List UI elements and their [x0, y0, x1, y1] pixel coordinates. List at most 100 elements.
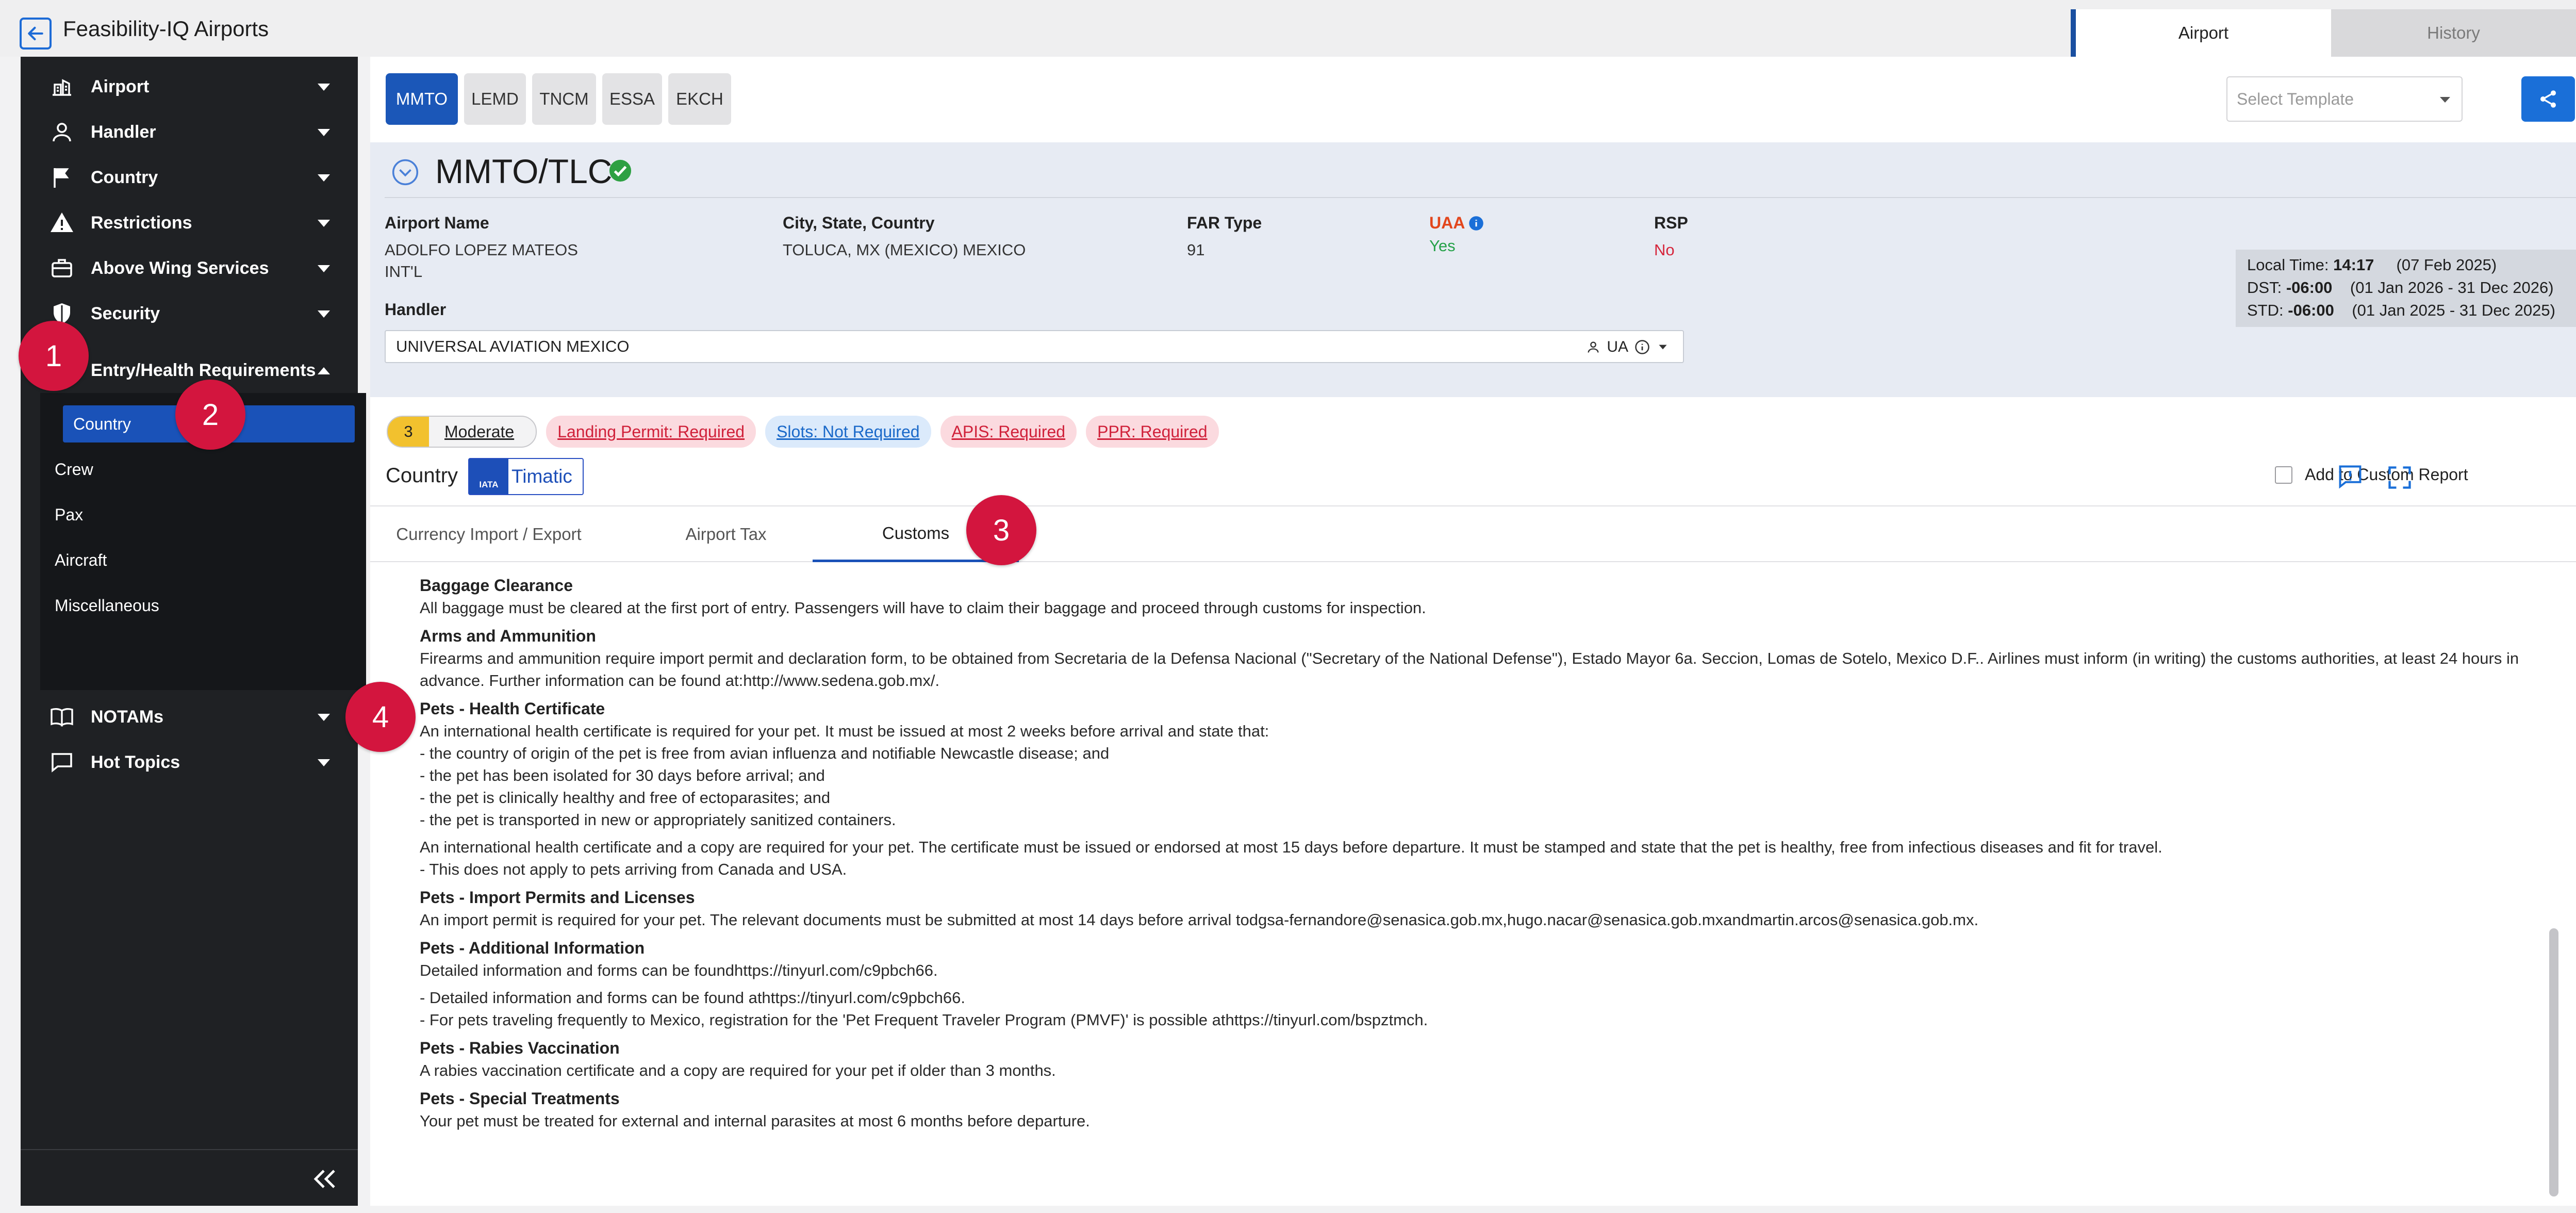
sidebar-item-label: Hot Topics: [91, 752, 180, 772]
sidebar-item-country[interactable]: Country: [21, 155, 358, 200]
verified-check-icon: [609, 159, 632, 182]
scrollbar[interactable]: [2549, 928, 2558, 1196]
uaa-value: Yes: [1429, 237, 1456, 255]
content-entry: Arms and Ammunition Firearms and ammuniti…: [420, 625, 2544, 692]
timatic-wordmark: Timatic: [511, 466, 572, 487]
warning-icon: [51, 212, 73, 232]
risk-level-badge[interactable]: 3 Moderate: [387, 416, 537, 448]
local-time-label: Local Time:: [2247, 256, 2329, 274]
sidebar: Airport Handler Country Restrictions Abo…: [21, 57, 366, 1206]
sidebar-item-label: Airport: [91, 76, 150, 96]
handler-label: Handler: [385, 300, 447, 319]
collapse-toggle-icon[interactable]: [391, 158, 420, 187]
far-type-label: FAR Type: [1187, 214, 1262, 232]
fullscreen-icon[interactable]: [2386, 464, 2413, 491]
arrow-left-icon: [28, 26, 43, 41]
entry-title: Arms and Ammunition: [420, 627, 596, 645]
sidebar-item-label: Security: [91, 303, 160, 323]
briefcase-icon: [52, 259, 72, 277]
person-icon: [1588, 341, 1599, 353]
template-select[interactable]: Select Template: [2226, 76, 2463, 122]
sidebar-item-label: Handler: [91, 122, 156, 142]
std-row: STD: -06:00 (01 Jan 2025 - 31 Dec 2025): [2247, 299, 2565, 322]
entry-title: Pets - Special Treatments: [420, 1089, 620, 1108]
sidebar-item-handler[interactable]: Handler: [21, 109, 358, 155]
share-button[interactable]: [2521, 76, 2575, 122]
airport-tab-mmto[interactable]: MMTO: [386, 73, 458, 125]
content-entry: Pets - Special Treatments Your pet must b…: [420, 1088, 2544, 1132]
std-label: STD:: [2247, 301, 2284, 319]
rsp-label: RSP: [1654, 214, 1688, 232]
tab-airport[interactable]: Airport: [2071, 9, 2331, 57]
entry-title: Pets - Health Certificate: [420, 699, 605, 718]
risk-level-label: Moderate: [444, 422, 515, 441]
airport-tab-lemd[interactable]: LEMD: [464, 73, 526, 125]
custom-report-checkbox[interactable]: [2275, 466, 2292, 484]
time-info-box: Local Time: 14:17 (07 Feb 2025) DST: -06…: [2236, 250, 2576, 327]
info-outline-icon[interactable]: [1634, 339, 1650, 355]
entry-text: An international health certificate and …: [420, 838, 2162, 878]
content-entry: Pets - Rabies Vaccination A rabies vaccin…: [420, 1037, 2544, 1081]
apis-badge[interactable]: APIS: Required: [940, 416, 1077, 448]
sidebar-item-label: NOTAMs: [91, 707, 164, 727]
airport-tab-essa[interactable]: ESSA: [602, 73, 662, 125]
chevron-down-icon: [318, 265, 330, 272]
submenu-item-aircraft[interactable]: Aircraft: [40, 542, 366, 579]
ppr-badge[interactable]: PPR: Required: [1086, 416, 1219, 448]
content-entry: Baggage Clearance All baggage must be cle…: [420, 575, 2544, 619]
local-time-row: Local Time: 14:17 (07 Feb 2025): [2247, 254, 2565, 276]
customs-content: Baggage Clearance All baggage must be cle…: [420, 575, 2544, 1138]
submenu-item-crew[interactable]: Crew: [40, 451, 366, 488]
tab-airport-tax[interactable]: Airport Tax: [643, 506, 808, 562]
template-select-placeholder: Select Template: [2237, 89, 2354, 108]
share-icon: [2540, 90, 2556, 108]
entry-text: Detailed information and forms can be fo…: [420, 961, 938, 979]
dst-label: DST:: [2247, 278, 2282, 297]
content-entry: Pets - Import Permits and Licenses An imp…: [420, 887, 2544, 931]
chevron-down-icon: [318, 129, 330, 136]
app-title: Feasibility-IQ Airports: [63, 17, 269, 41]
airport-name-line2: INT'L: [385, 263, 423, 281]
entry-text: An import permit is required for your pe…: [420, 911, 1979, 929]
dst-range: (01 Jan 2026 - 31 Dec 2026): [2350, 278, 2554, 297]
std-range: (01 Jan 2025 - 31 Dec 2025): [2352, 301, 2555, 319]
tab-currency-import-export[interactable]: Currency Import / Export: [381, 506, 597, 562]
airport-name-label: Airport Name: [385, 214, 489, 232]
handler-select[interactable]: UNIVERSAL AVIATION MEXICO UA: [385, 330, 1684, 363]
landing-permit-badge[interactable]: Landing Permit: Required: [546, 416, 756, 448]
handler-value: UNIVERSAL AVIATION MEXICO: [396, 337, 630, 355]
collapse-sidebar-icon[interactable]: [311, 1167, 338, 1191]
main-content: MMTO LEMD TNCM ESSA EKCH Select Template…: [370, 57, 2576, 1206]
sidebar-footer: [21, 1149, 358, 1206]
airport-tab-ekch[interactable]: EKCH: [668, 73, 731, 125]
sidebar-item-notams[interactable]: NOTAMs: [21, 694, 358, 740]
timatic-logo: IATA Timatic: [468, 458, 584, 495]
sidebar-item-airport[interactable]: Airport: [21, 64, 358, 109]
back-button[interactable]: [20, 18, 52, 50]
airport-identifier: MMTO/TLC: [435, 152, 613, 190]
info-icon[interactable]: [1468, 216, 1484, 231]
chevron-down-icon: [1659, 345, 1667, 350]
airport-tab-tncm[interactable]: TNCM: [532, 73, 596, 125]
sidebar-item-label: Entry/Health Requirements: [91, 360, 316, 380]
sidebar-item-label: Country: [91, 167, 158, 187]
sidebar-item-hot-topics[interactable]: Hot Topics: [21, 740, 358, 785]
airport-info-panel: MMTO/TLC Airport Name ADOLFO LOPEZ MATEO…: [370, 142, 2576, 397]
iata-logo-mark: IATA: [469, 459, 508, 494]
slots-badge[interactable]: Slots: Not Required: [765, 416, 931, 448]
airport-name-line1: ADOLFO LOPEZ MATEOS: [385, 241, 578, 259]
entry-title: Pets - Import Permits and Licenses: [420, 888, 695, 907]
feedback-icon[interactable]: [2337, 463, 2364, 490]
custom-report-toggle[interactable]: Add to Custom Report: [2275, 465, 2468, 484]
submenu-item-miscellaneous[interactable]: Miscellaneous: [40, 587, 366, 624]
sidebar-item-above-wing-services[interactable]: Above Wing Services: [21, 245, 358, 291]
sidebar-item-restrictions[interactable]: Restrictions: [21, 200, 358, 245]
rsp-value: No: [1654, 241, 1675, 259]
sidebar-item-label: Restrictions: [91, 212, 192, 233]
far-type-value: 91: [1187, 241, 1205, 259]
std-value: -06:00: [2288, 301, 2334, 319]
submenu-item-pax[interactable]: Pax: [40, 496, 366, 533]
entry-text: Firearms and ammunition require import p…: [420, 649, 2519, 690]
chevron-down-icon: [318, 759, 330, 766]
tab-history[interactable]: History: [2331, 9, 2576, 57]
